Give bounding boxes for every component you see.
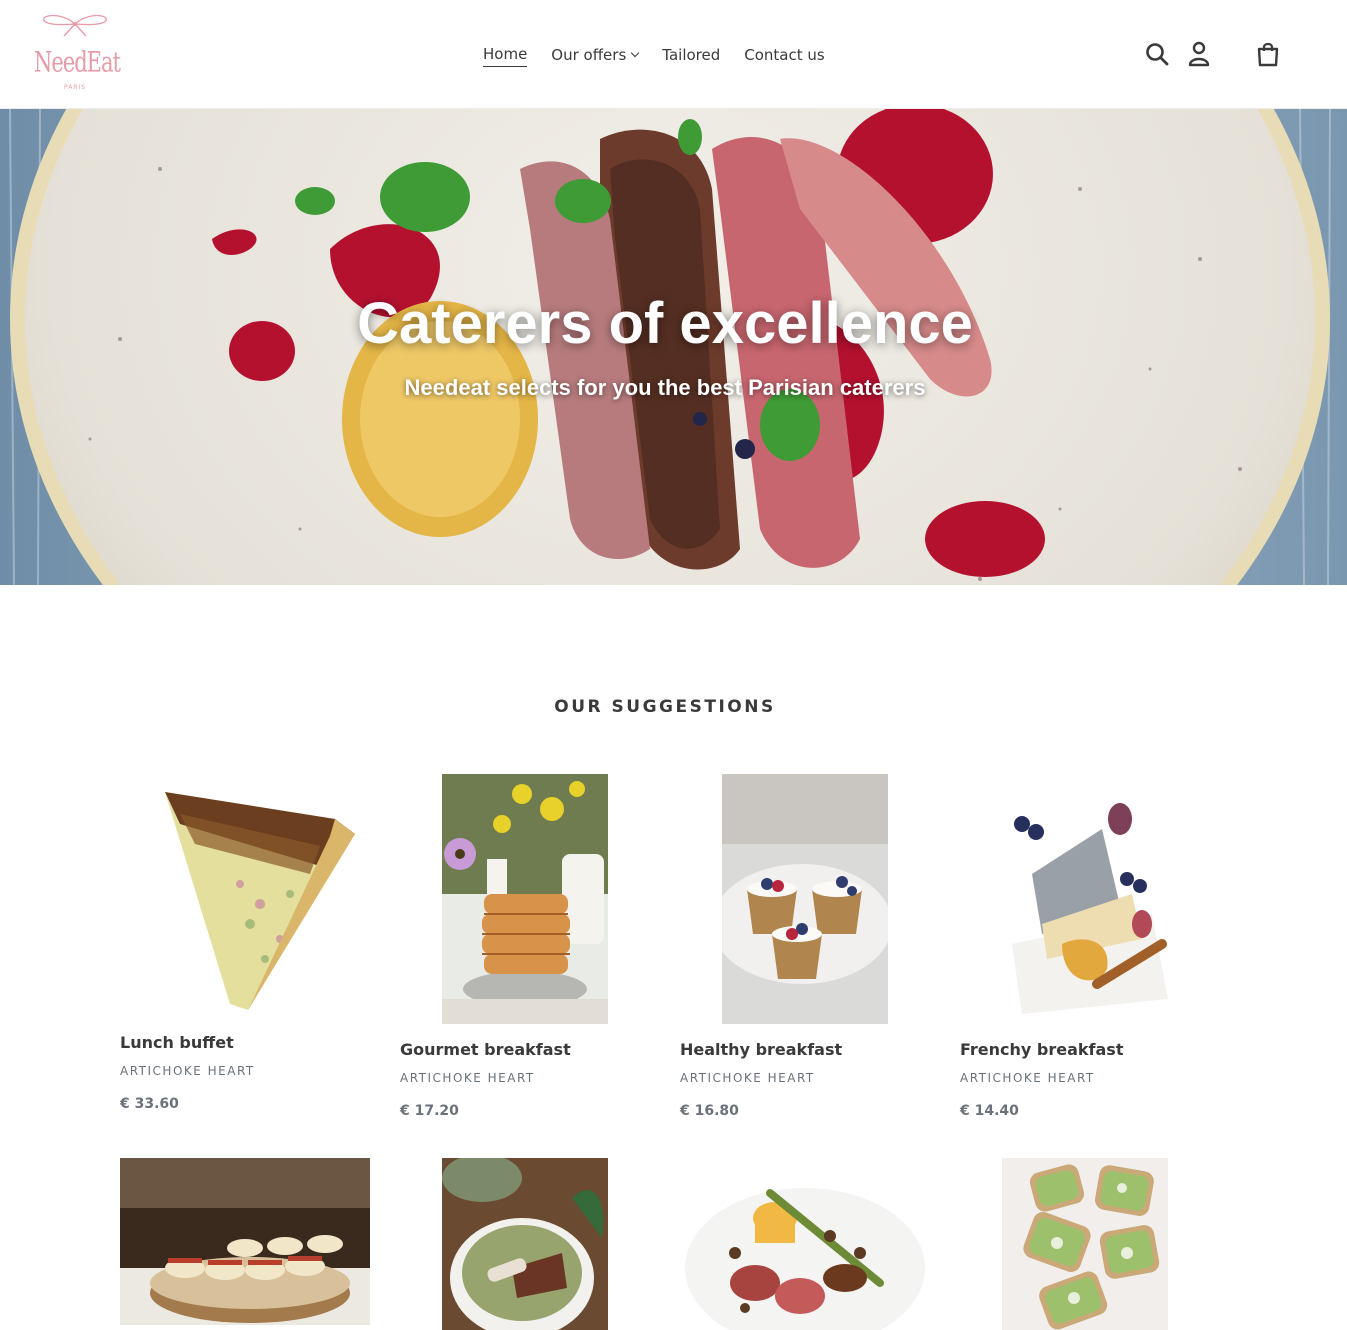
product-vendor: ARTICHOKE HEART	[960, 1071, 1095, 1085]
product-card-healthy-breakfast[interactable]: Healthy breakfast ARTICHOKE HEART € 16.8…	[680, 774, 930, 1124]
product-image[interactable]	[120, 1158, 370, 1325]
nav-tailored-label: Tailored	[662, 45, 721, 64]
product-price: € 33.60	[120, 1096, 179, 1112]
product-image[interactable]	[442, 774, 608, 1024]
nav-home-label: Home	[483, 42, 528, 67]
product-vendor: ARTICHOKE HEART	[400, 1071, 535, 1085]
nav-contact[interactable]: Contact us	[732, 42, 836, 67]
logo-subtext: PARIS	[63, 84, 87, 91]
nav-home[interactable]: Home	[471, 42, 539, 67]
product-vendor: ARTICHOKE HEART	[120, 1064, 255, 1078]
logo[interactable]: NeedEat PARIS	[34, 12, 121, 96]
product-card-gourmet-plate[interactable]	[680, 1158, 930, 1330]
site-header: NeedEat PARIS Home Our offers Tailored C…	[0, 0, 1347, 109]
product-price: € 16.80	[680, 1103, 739, 1119]
suggestions-title: OUR SUGGESTIONS	[554, 697, 776, 717]
nav-contact-label: Contact us	[744, 45, 825, 64]
search-icon[interactable]	[1143, 40, 1171, 68]
cart-icon[interactable]	[1254, 40, 1282, 68]
product-vendor: ARTICHOKE HEART	[680, 1071, 815, 1085]
product-price: € 14.40	[960, 1103, 1019, 1119]
account-icon[interactable]	[1185, 40, 1213, 68]
product-image[interactable]	[1002, 774, 1168, 1024]
chevron-down-icon	[631, 48, 640, 57]
product-image[interactable]	[680, 1158, 930, 1330]
nav-our-offers[interactable]: Our offers	[539, 42, 650, 67]
hero-banner: Caterers of excellence Needeat selects f…	[0, 109, 1347, 585]
bow-icon	[43, 14, 107, 37]
product-image[interactable]	[722, 774, 888, 1024]
product-name: Healthy breakfast	[680, 1040, 843, 1059]
nav-our-offers-label: Our offers	[551, 45, 627, 64]
product-card-salad-bowl[interactable]	[400, 1158, 650, 1330]
product-image[interactable]	[120, 774, 370, 1017]
product-name: Frenchy breakfast	[960, 1040, 1124, 1059]
product-card-mini-burgers[interactable]	[120, 1158, 370, 1330]
logo-text: NeedEat	[34, 46, 121, 79]
product-image[interactable]	[442, 1158, 608, 1330]
hero-title: Caterers of excellence	[357, 291, 973, 356]
product-price: € 17.20	[400, 1103, 459, 1119]
product-image[interactable]	[1002, 1158, 1168, 1330]
product-card-gourmet-breakfast[interactable]: Gourmet breakfast ARTICHOKE HEART € 17.2…	[400, 774, 650, 1124]
hero-subtitle: Needeat selects for you the best Parisia…	[404, 375, 926, 400]
product-card-lunch-buffet[interactable]: Lunch buffet ARTICHOKE HEART € 33.60	[120, 774, 370, 1119]
product-name: Lunch buffet	[120, 1033, 234, 1052]
nav-tailored[interactable]: Tailored	[650, 42, 732, 67]
product-name: Gourmet breakfast	[400, 1040, 571, 1059]
product-card-avocado-toasts[interactable]	[960, 1158, 1210, 1330]
main-nav: Home Our offers Tailored Contact us	[471, 42, 837, 67]
product-card-frenchy-breakfast[interactable]: Frenchy breakfast ARTICHOKE HEART € 14.4…	[960, 774, 1210, 1124]
